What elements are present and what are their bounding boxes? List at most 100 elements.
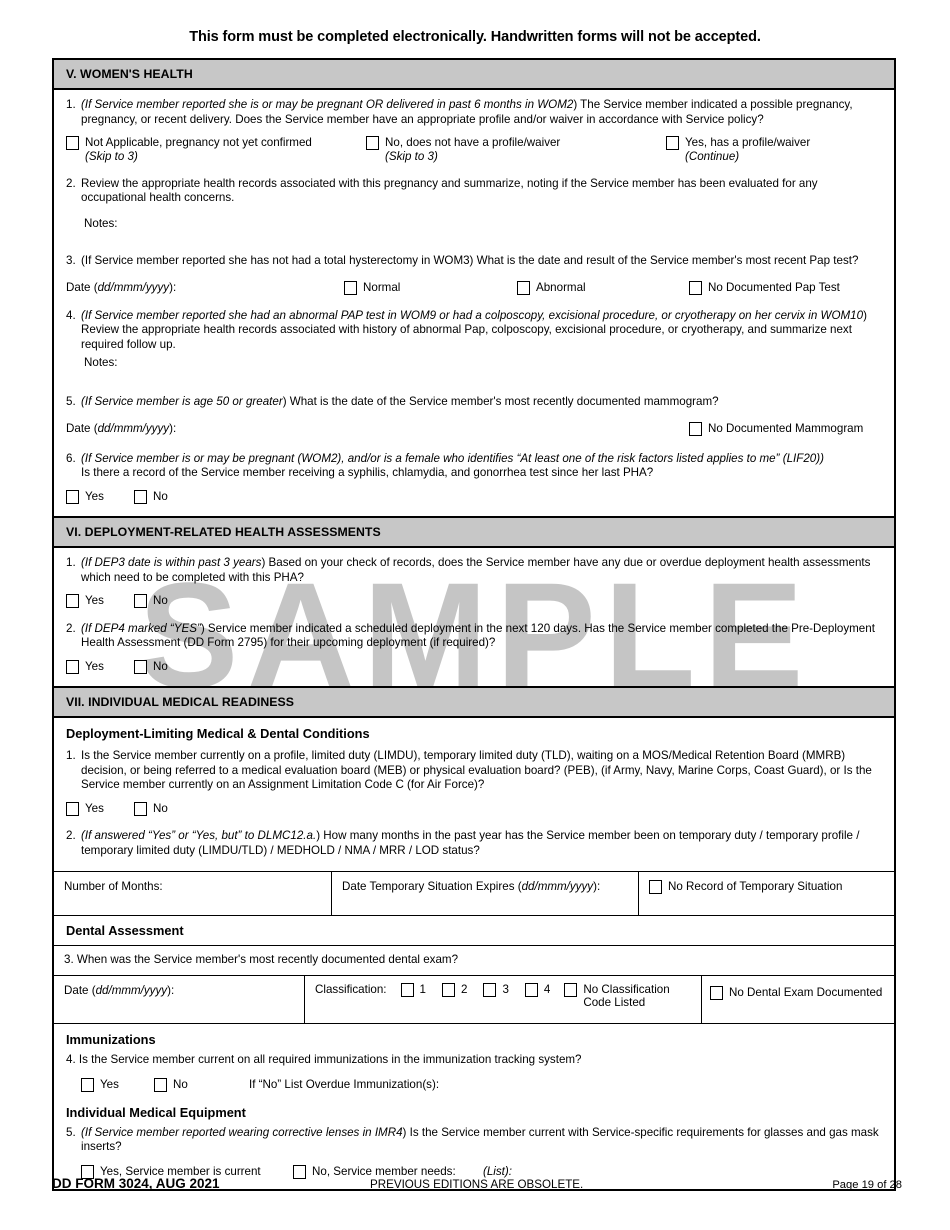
question-text: ) What is the date of the Service member… [282,394,719,408]
checkbox-icon[interactable] [134,489,147,504]
checkbox-icon[interactable] [517,280,530,295]
checkbox-icon[interactable] [66,136,79,151]
question-italic-lead: (If Service member reported she had an a… [81,308,864,322]
deployment-block: 1. (If DEP3 date is within past 3 years) … [54,548,894,686]
wom4-notes-area[interactable] [66,369,882,385]
checkbox-icon[interactable] [441,982,455,997]
checkbox-icon[interactable] [649,880,662,895]
checkbox-icon[interactable] [344,280,357,295]
option-label: Not Applicable, pregnancy not yet confir… [85,136,312,150]
checkbox-icon[interactable] [134,594,147,609]
checkbox-icon[interactable] [710,985,723,1000]
dental-answer-row: Date (dd/mmm/yyyy): Classification: 1 2 … [54,974,894,1023]
question-dep-2: 2. (If DEP4 marked “YES”) Service member … [66,622,882,651]
imr1-option-yes[interactable]: Yes [66,801,134,816]
checkbox-icon[interactable] [66,659,79,674]
date-suffix: ): [169,280,177,294]
wom1-option-not-applicable[interactable]: Not Applicable, pregnancy not yet confir… [66,136,366,165]
dental-question-row: 3. When was the Service member's most re… [54,945,894,974]
dep2-yesno: Yes No [66,659,882,674]
classification-label: Classification: [315,982,387,996]
dental-no-classification-code[interactable]: No Classification Code Listed [564,982,670,1010]
subheader-individual-medical-equipment: Individual Medical Equipment [66,1104,246,1120]
dental-code-4[interactable]: 4 [524,982,551,997]
temp-situation-row: Number of Months: Date Temporary Situati… [54,871,894,916]
question-number: 6. [66,451,76,465]
option-sub: (Skip to 3) [85,150,138,164]
date-suffix: ): [169,422,177,436]
wom1-option-no[interactable]: No, does not have a profile/waiver (Skip … [366,136,666,165]
wom5-option-no-mammogram[interactable]: No Documented Mammogram [689,422,864,437]
question-imr-2: 2. (If answered “Yes” or “Yes, but” to DL… [66,829,882,858]
wom3-date-field[interactable]: Date (dd/mmm/yyyy): [66,281,344,294]
dental-code-3[interactable]: 3 [483,982,509,997]
dep2-option-no[interactable]: No [134,659,168,674]
section-header-imr: VII. INDIVIDUAL MEDICAL READINESS [54,685,894,718]
dental-code-1[interactable]: 1 [400,982,426,997]
question-number: 3. [64,953,74,967]
question-number: 2. [66,621,76,635]
imr4-option-yes[interactable]: Yes [81,1078,154,1093]
checkbox-icon[interactable] [689,422,702,437]
option-label: Yes [85,801,104,815]
wom5-date-field[interactable]: Date (dd/mmm/yyyy): [66,422,689,436]
wom6-option-no[interactable]: No [134,489,168,504]
question-number: 2. [66,829,76,843]
checkbox-icon[interactable] [66,489,79,504]
imr-dlmc-block: 1. Is the Service member currently on a p… [54,747,894,871]
checkbox-icon[interactable] [134,801,147,816]
question-number: 1. [66,98,76,111]
field-label: Number of Months: [64,880,163,894]
checkbox-icon[interactable] [400,982,414,997]
checkbox-icon[interactable] [564,982,578,997]
option-label: No Documented Mammogram [708,422,864,436]
no-record-temp-option[interactable]: No Record of Temporary Situation [639,872,894,915]
subheader-dental-assessment: Dental Assessment [66,923,184,939]
date-label: Date ( [66,422,98,436]
wom1-option-yes[interactable]: Yes, has a profile/waiver (Continue) [666,136,810,165]
checkbox-icon[interactable] [483,982,497,997]
checkbox-icon[interactable] [66,801,79,816]
question-text: (If Service member reported she has not … [81,253,859,267]
checkbox-icon[interactable] [66,594,79,609]
option-label: No Dental Exam Documented [729,985,883,999]
no-dental-exam-option[interactable]: No Dental Exam Documented [702,976,894,1023]
date-format: dd/mmm/yyyy [97,422,170,436]
imr4-option-no[interactable]: No [154,1078,249,1093]
page-notice: This form must be completed electronical… [189,29,761,45]
checkbox-icon[interactable] [689,280,702,295]
imr1-option-no[interactable]: No [134,801,168,816]
checkbox-icon[interactable] [524,982,538,997]
imr4-overdue-list-field[interactable]: If “No” List Overdue Immunization(s): [249,1078,439,1092]
wom4-notes-label: Notes: [84,355,118,369]
date-format: dd/mmm/yyyy [521,880,594,894]
dental-date-field[interactable]: Date (dd/mmm/yyyy): [54,975,305,1023]
subheader-deployment-limiting: Deployment-Limiting Medical & Dental Con… [66,725,370,741]
wom3-option-abnormal[interactable]: Abnormal [517,280,689,295]
checkbox-icon[interactable] [366,136,379,151]
checkbox-icon[interactable] [154,1078,167,1093]
checkbox-icon[interactable] [81,1078,94,1093]
dep1-option-yes[interactable]: Yes [66,594,134,609]
question-imr-3: 3. When was the Service member's most re… [54,946,894,974]
wom3-option-no-pap[interactable]: No Documented Pap Test [689,280,840,295]
option-label: 4 [543,982,551,996]
dep1-option-no[interactable]: No [134,594,168,609]
wom3-answer-row: Date (dd/mmm/yyyy): Normal Abnormal No D… [66,280,882,295]
wom2-notes-area[interactable] [66,230,882,254]
question-wom-3: 3. (If Service member reported she has no… [66,254,882,269]
subheader-immunizations: Immunizations [66,1031,156,1047]
question-imr-5: 5. (If Service member reported wearing co… [66,1126,882,1155]
number-of-months-field[interactable]: Number of Months: [54,872,332,916]
dental-code-2[interactable]: 2 [441,982,468,997]
question-number: 3. [66,253,76,267]
wom3-option-normal[interactable]: Normal [344,280,517,295]
dep2-option-yes[interactable]: Yes [66,659,134,674]
checkbox-icon[interactable] [666,136,679,151]
question-number: 1. [66,748,76,762]
option-label: 2 [460,982,468,996]
temp-expires-field[interactable]: Date Temporary Situation Expires (dd/mmm… [332,872,639,916]
wom6-option-yes[interactable]: Yes [66,489,134,504]
checkbox-icon[interactable] [134,659,147,674]
option-label-line2: Code Listed [583,996,646,1010]
